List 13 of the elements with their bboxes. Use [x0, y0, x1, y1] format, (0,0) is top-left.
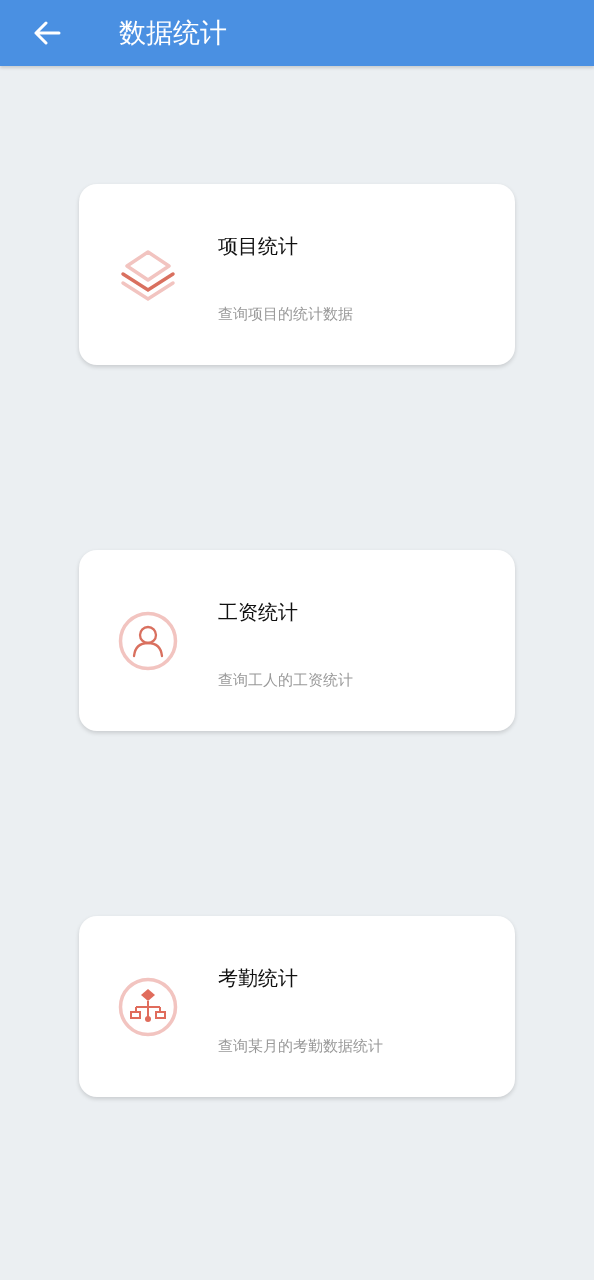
card-title: 项目统计 [218, 233, 299, 258]
statistics-card[interactable]: 项目统计 查询项目的统计数据 [79, 184, 515, 365]
person-icon [118, 610, 178, 671]
card-description: 查询某月的考勤数据统计 [218, 1035, 383, 1056]
card-description: 查询工人的工资统计 [218, 669, 353, 690]
card-title: 工资统计 [218, 599, 299, 624]
card-title: 考勤统计 [218, 965, 299, 990]
back-arrow-icon[interactable] [33, 21, 61, 45]
statistics-card[interactable]: 考勤统计 查询某月的考勤数据统计 [79, 916, 515, 1097]
statistics-card[interactable]: 工资统计 查询工人的工资统计 [79, 550, 515, 731]
org-chart-icon [118, 976, 178, 1037]
card-description: 查询项目的统计数据 [218, 303, 353, 324]
page-title: 数据统计 [119, 16, 227, 50]
